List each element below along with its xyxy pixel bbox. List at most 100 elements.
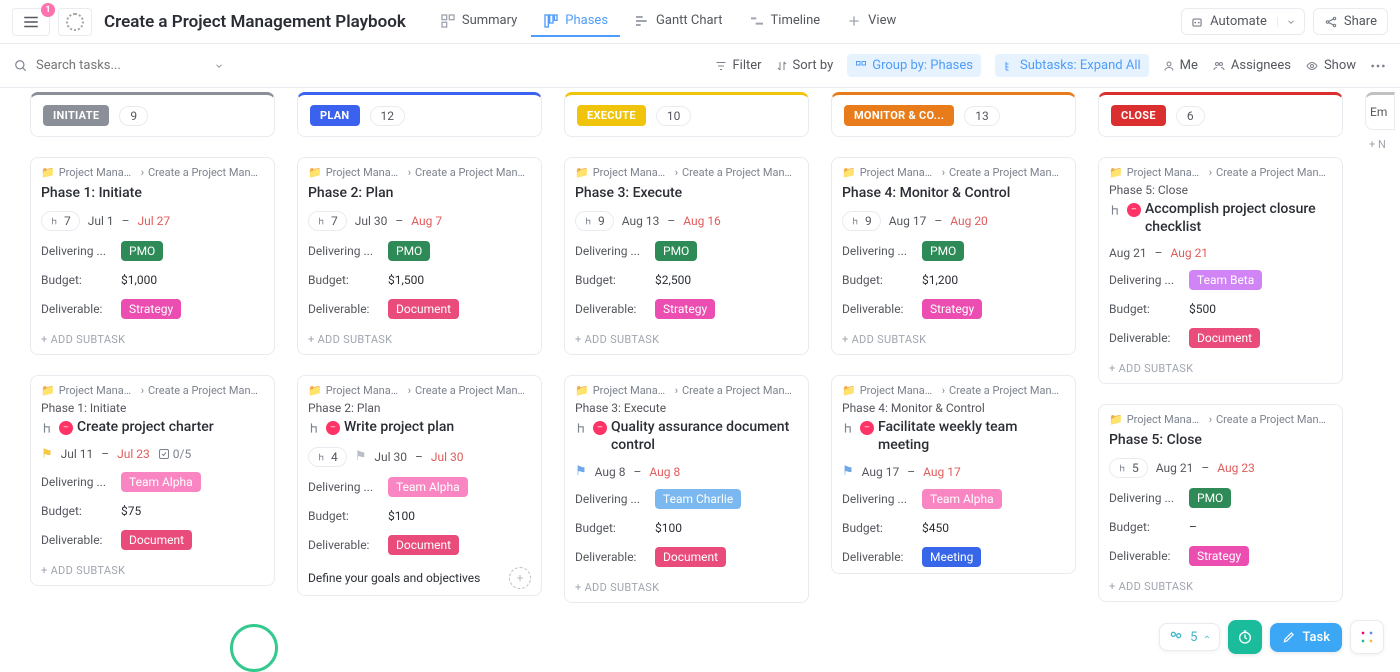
people-icon (1168, 629, 1184, 645)
eye-icon (1305, 60, 1319, 72)
priority-icon: – (59, 421, 73, 435)
column-header[interactable]: PLAN 12 (297, 92, 542, 137)
board-toolbar: Filter Sort by Group by: Phases Subtasks… (0, 44, 1400, 88)
sort-icon (776, 60, 788, 72)
column-monitor: MONITOR & CO... 13 📁Project Manag...›Cre… (831, 92, 1076, 603)
task-card[interactable]: 📁Project Manag...›Create a Project Man..… (30, 375, 275, 586)
list-icon-button[interactable] (58, 8, 92, 36)
share-label: Share (1344, 14, 1377, 29)
app-header: 1 Create a Project Management Playbook S… (0, 0, 1400, 44)
add-subtask-button[interactable]: + ADD SUBTASK (31, 556, 274, 585)
group-icon (855, 60, 867, 72)
menu-button[interactable]: 1 (12, 8, 50, 36)
tab-phases[interactable]: Phases (531, 7, 620, 37)
tab-label: View (868, 13, 896, 28)
column-initiate: INITIATE 9 📁Project Manag...›Create a Pr… (30, 92, 275, 603)
robot-icon (1190, 15, 1204, 29)
person-icon (1163, 60, 1175, 72)
page-title: Create a Project Management Playbook (104, 12, 406, 32)
column-header[interactable]: EXECUTE 10 (564, 92, 809, 137)
budget-value: $1,000 (121, 273, 157, 287)
breadcrumb: 📁Project Manag...›Create a Project Man..… (31, 158, 274, 183)
card-title: Phase 1: Initiate (31, 183, 274, 207)
pencil-icon (1282, 630, 1296, 644)
tab-label: Timeline (771, 13, 821, 28)
tab-label: Summary (462, 13, 517, 28)
hamburger-icon (22, 13, 40, 31)
tab-timeline[interactable]: Timeline (737, 7, 833, 37)
parent-task: Phase 1: Initiate (31, 401, 274, 417)
search-box[interactable] (14, 58, 224, 73)
flag-icon: ⚑ (355, 449, 367, 464)
show-button[interactable]: Show (1305, 58, 1356, 73)
tab-summary[interactable]: Summary (428, 7, 529, 37)
tab-label: Gantt Chart (656, 13, 723, 28)
group-by-pill[interactable]: Group by: Phases (847, 54, 981, 77)
board: INITIATE 9 📁Project Manag...›Create a Pr… (0, 88, 1400, 603)
plus-icon (846, 13, 862, 29)
automate-button[interactable]: Automate (1181, 8, 1305, 35)
assignees-button[interactable]: Assignees (1212, 58, 1291, 73)
deliverable-tag: Strategy (121, 299, 181, 319)
tracked-time-pill[interactable]: 5 (1159, 623, 1220, 651)
task-card[interactable]: 📁Project Manag...›Create a Project Man..… (831, 157, 1076, 355)
tab-add-view[interactable]: View (834, 7, 908, 37)
card-title: Create project charter (77, 419, 214, 437)
search-input[interactable] (36, 58, 176, 73)
task-card[interactable]: 📁Project Manag...›Create a Project Man..… (564, 157, 809, 355)
checklist: 0/5 (158, 447, 191, 461)
share-button[interactable]: Share (1313, 8, 1388, 35)
add-subtask-button[interactable]: + ADD SUBTASK (31, 325, 274, 354)
task-card[interactable]: 📁Project Manag...›Create a Project Man..… (1098, 404, 1343, 602)
stopwatch-icon (1237, 629, 1253, 645)
column-header[interactable]: INITIATE 9 (30, 92, 275, 137)
dots-icon (1370, 64, 1386, 68)
subtasks-pill[interactable]: Subtasks: Expand All (995, 54, 1149, 77)
task-card[interactable]: 📁Project Manag...›Create a Project Man..… (564, 375, 809, 603)
check-icon (158, 448, 170, 460)
board-icon (543, 13, 559, 29)
tab-label: Phases (565, 13, 608, 28)
grid-icon (1359, 629, 1375, 645)
view-tabs: Summary Phases Gantt Chart Timeline View (428, 7, 908, 37)
apps-button[interactable] (1350, 620, 1384, 654)
floating-action-bar: 5 Task (1159, 620, 1384, 654)
column-close: CLOSE 6 📁Project Manag...›Create a Proje… (1098, 92, 1343, 603)
chevron-down-icon[interactable] (214, 61, 224, 71)
more-button[interactable] (1370, 64, 1386, 68)
column-header[interactable]: CLOSE 6 (1098, 92, 1343, 137)
branch-icon (50, 216, 60, 226)
column-header[interactable]: Em (1365, 92, 1395, 130)
subtask-count[interactable]: 7 (41, 211, 80, 231)
people-icon (1212, 60, 1226, 72)
me-button[interactable]: Me (1163, 58, 1198, 73)
column-execute: EXECUTE 10 📁Project Manag...›Create a Pr… (564, 92, 809, 603)
card-description: Define your goals and objectives (308, 571, 480, 585)
deliverable-tag: Document (121, 530, 192, 550)
timer-button[interactable] (1228, 620, 1262, 654)
column-header[interactable]: MONITOR & CO... 13 (831, 92, 1076, 137)
new-task-button[interactable]: Task (1270, 623, 1342, 652)
cursor-highlight (230, 624, 278, 672)
breadcrumb: 📁Project Manag...›Create a Project Man..… (31, 376, 274, 401)
flag-icon: ⚑ (41, 447, 53, 462)
task-card[interactable]: 📁Project Manag...›Create a Project Man..… (297, 375, 542, 596)
flag-icon: ⚑ (842, 464, 854, 479)
task-card[interactable]: 📁Project Manag...›Create a Project Man..… (831, 375, 1076, 574)
automate-label: Automate (1210, 14, 1267, 29)
tab-gantt[interactable]: Gantt Chart (622, 7, 735, 37)
task-card[interactable]: 📁Project Manag...›Create a Project Man..… (30, 157, 275, 355)
task-card[interactable]: 📁Project Manag...›Create a Project Man..… (1098, 157, 1343, 384)
add-assignee-button[interactable]: + (509, 567, 531, 589)
chevron-down-icon[interactable] (1277, 17, 1296, 27)
share-icon (1324, 15, 1338, 29)
count-pill: 9 (119, 106, 148, 126)
new-task-button[interactable]: + N (1365, 130, 1395, 159)
sort-button[interactable]: Sort by (776, 58, 834, 73)
column-partial: Em + N (1365, 92, 1395, 603)
spinner-icon (66, 13, 84, 31)
column-plan: PLAN 12 📁Project Manag...›Create a Proje… (297, 92, 542, 603)
task-card[interactable]: 📁Project Manag...›Create a Project Man..… (297, 157, 542, 355)
flag-icon: ⚑ (575, 464, 587, 479)
filter-button[interactable]: Filter (715, 58, 761, 73)
